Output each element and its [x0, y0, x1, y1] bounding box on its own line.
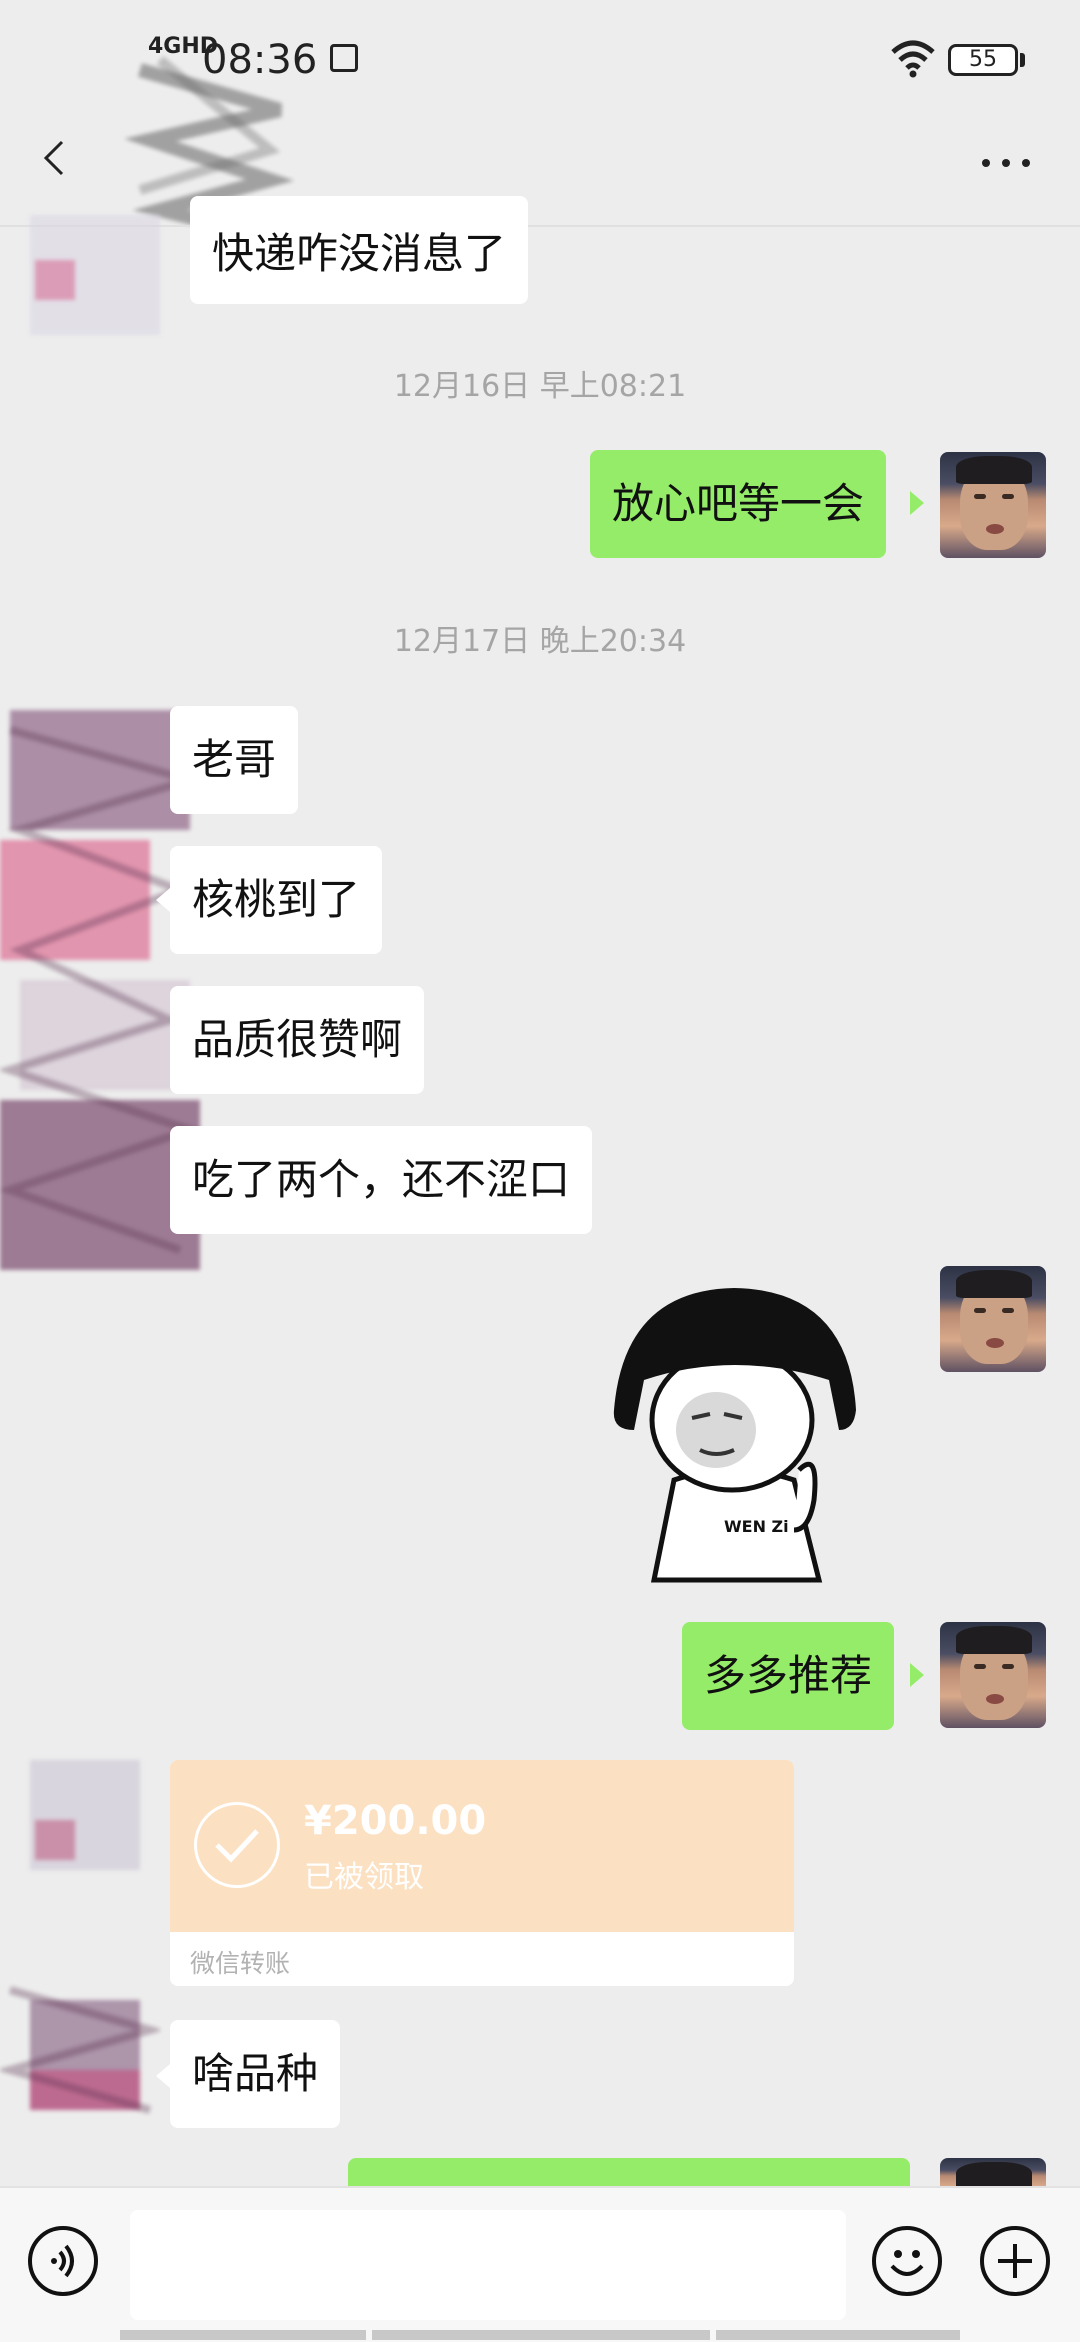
received-message: 核桃到了	[170, 846, 383, 954]
wifi-icon	[891, 40, 935, 78]
contact-avatar-scribbled[interactable]	[0, 1700, 150, 1920]
timestamp: 12月16日 早上08:21	[393, 369, 687, 404]
transfer-label: 微信转账	[190, 1949, 291, 1978]
received-message: 快递咋没消息了	[190, 196, 529, 304]
more-options-icon[interactable]	[978, 146, 1034, 180]
bubble-tail	[910, 1663, 924, 1687]
my-avatar[interactable]	[940, 1622, 1046, 1728]
gesture-bar-middle	[372, 2330, 710, 2340]
my-avatar[interactable]	[940, 1266, 1046, 1372]
wechat-transfer-card[interactable]: ¥200.00 已被领取 微信转账	[170, 1760, 794, 1986]
contact-avatar-scribbled[interactable]	[20, 205, 170, 345]
battery-icon: 55	[948, 44, 1018, 76]
message-input[interactable]	[130, 2210, 846, 2320]
message-text: 品质很赞啊	[192, 1015, 403, 1064]
contact-avatar-scribbled[interactable]	[0, 1970, 160, 2150]
notification-icon	[330, 44, 358, 72]
sticker-shirt-text: WEN Zi	[724, 1517, 789, 1536]
message-text: 快递咋没消息了	[212, 229, 507, 278]
sent-message: 多多推荐	[682, 1622, 895, 1730]
message-text: 啥品种	[192, 2049, 319, 2098]
message-text: 多多推荐	[704, 1651, 873, 1700]
message-text: 放心吧等一会	[612, 479, 865, 528]
message-text: 老哥	[192, 735, 277, 784]
voice-input-button[interactable]	[28, 2226, 98, 2296]
received-message: 吃了两个，还不涩口	[170, 1126, 593, 1234]
received-message: 啥品种	[170, 2020, 341, 2128]
transfer-status: 已被领取	[304, 1860, 424, 1895]
message-text: 核桃到了	[192, 875, 361, 924]
plus-more-button[interactable]	[980, 2226, 1050, 2296]
gesture-bar-right	[716, 2330, 960, 2340]
bubble-tail	[910, 491, 924, 515]
meme-sticker[interactable]: WEN Zi	[604, 1280, 870, 1590]
battery-tip	[1020, 53, 1025, 67]
bubble-tail	[156, 2064, 170, 2088]
transfer-amount: ¥200.00	[304, 1798, 487, 1844]
timestamp: 12月17日 晚上20:34	[393, 624, 687, 659]
emoji-button[interactable]	[872, 2226, 942, 2296]
received-message: 品质很赞啊	[170, 986, 425, 1094]
bubble-tail	[156, 888, 170, 912]
my-avatar[interactable]	[940, 452, 1046, 558]
gesture-bar-left	[120, 2330, 366, 2340]
check-icon	[194, 1802, 280, 1888]
received-message: 老哥	[170, 706, 299, 814]
message-text: 吃了两个，还不涩口	[192, 1155, 571, 1204]
sent-message: 放心吧等一会	[590, 450, 887, 558]
back-arrow-icon[interactable]	[36, 138, 76, 178]
battery-level: 55	[969, 47, 997, 72]
